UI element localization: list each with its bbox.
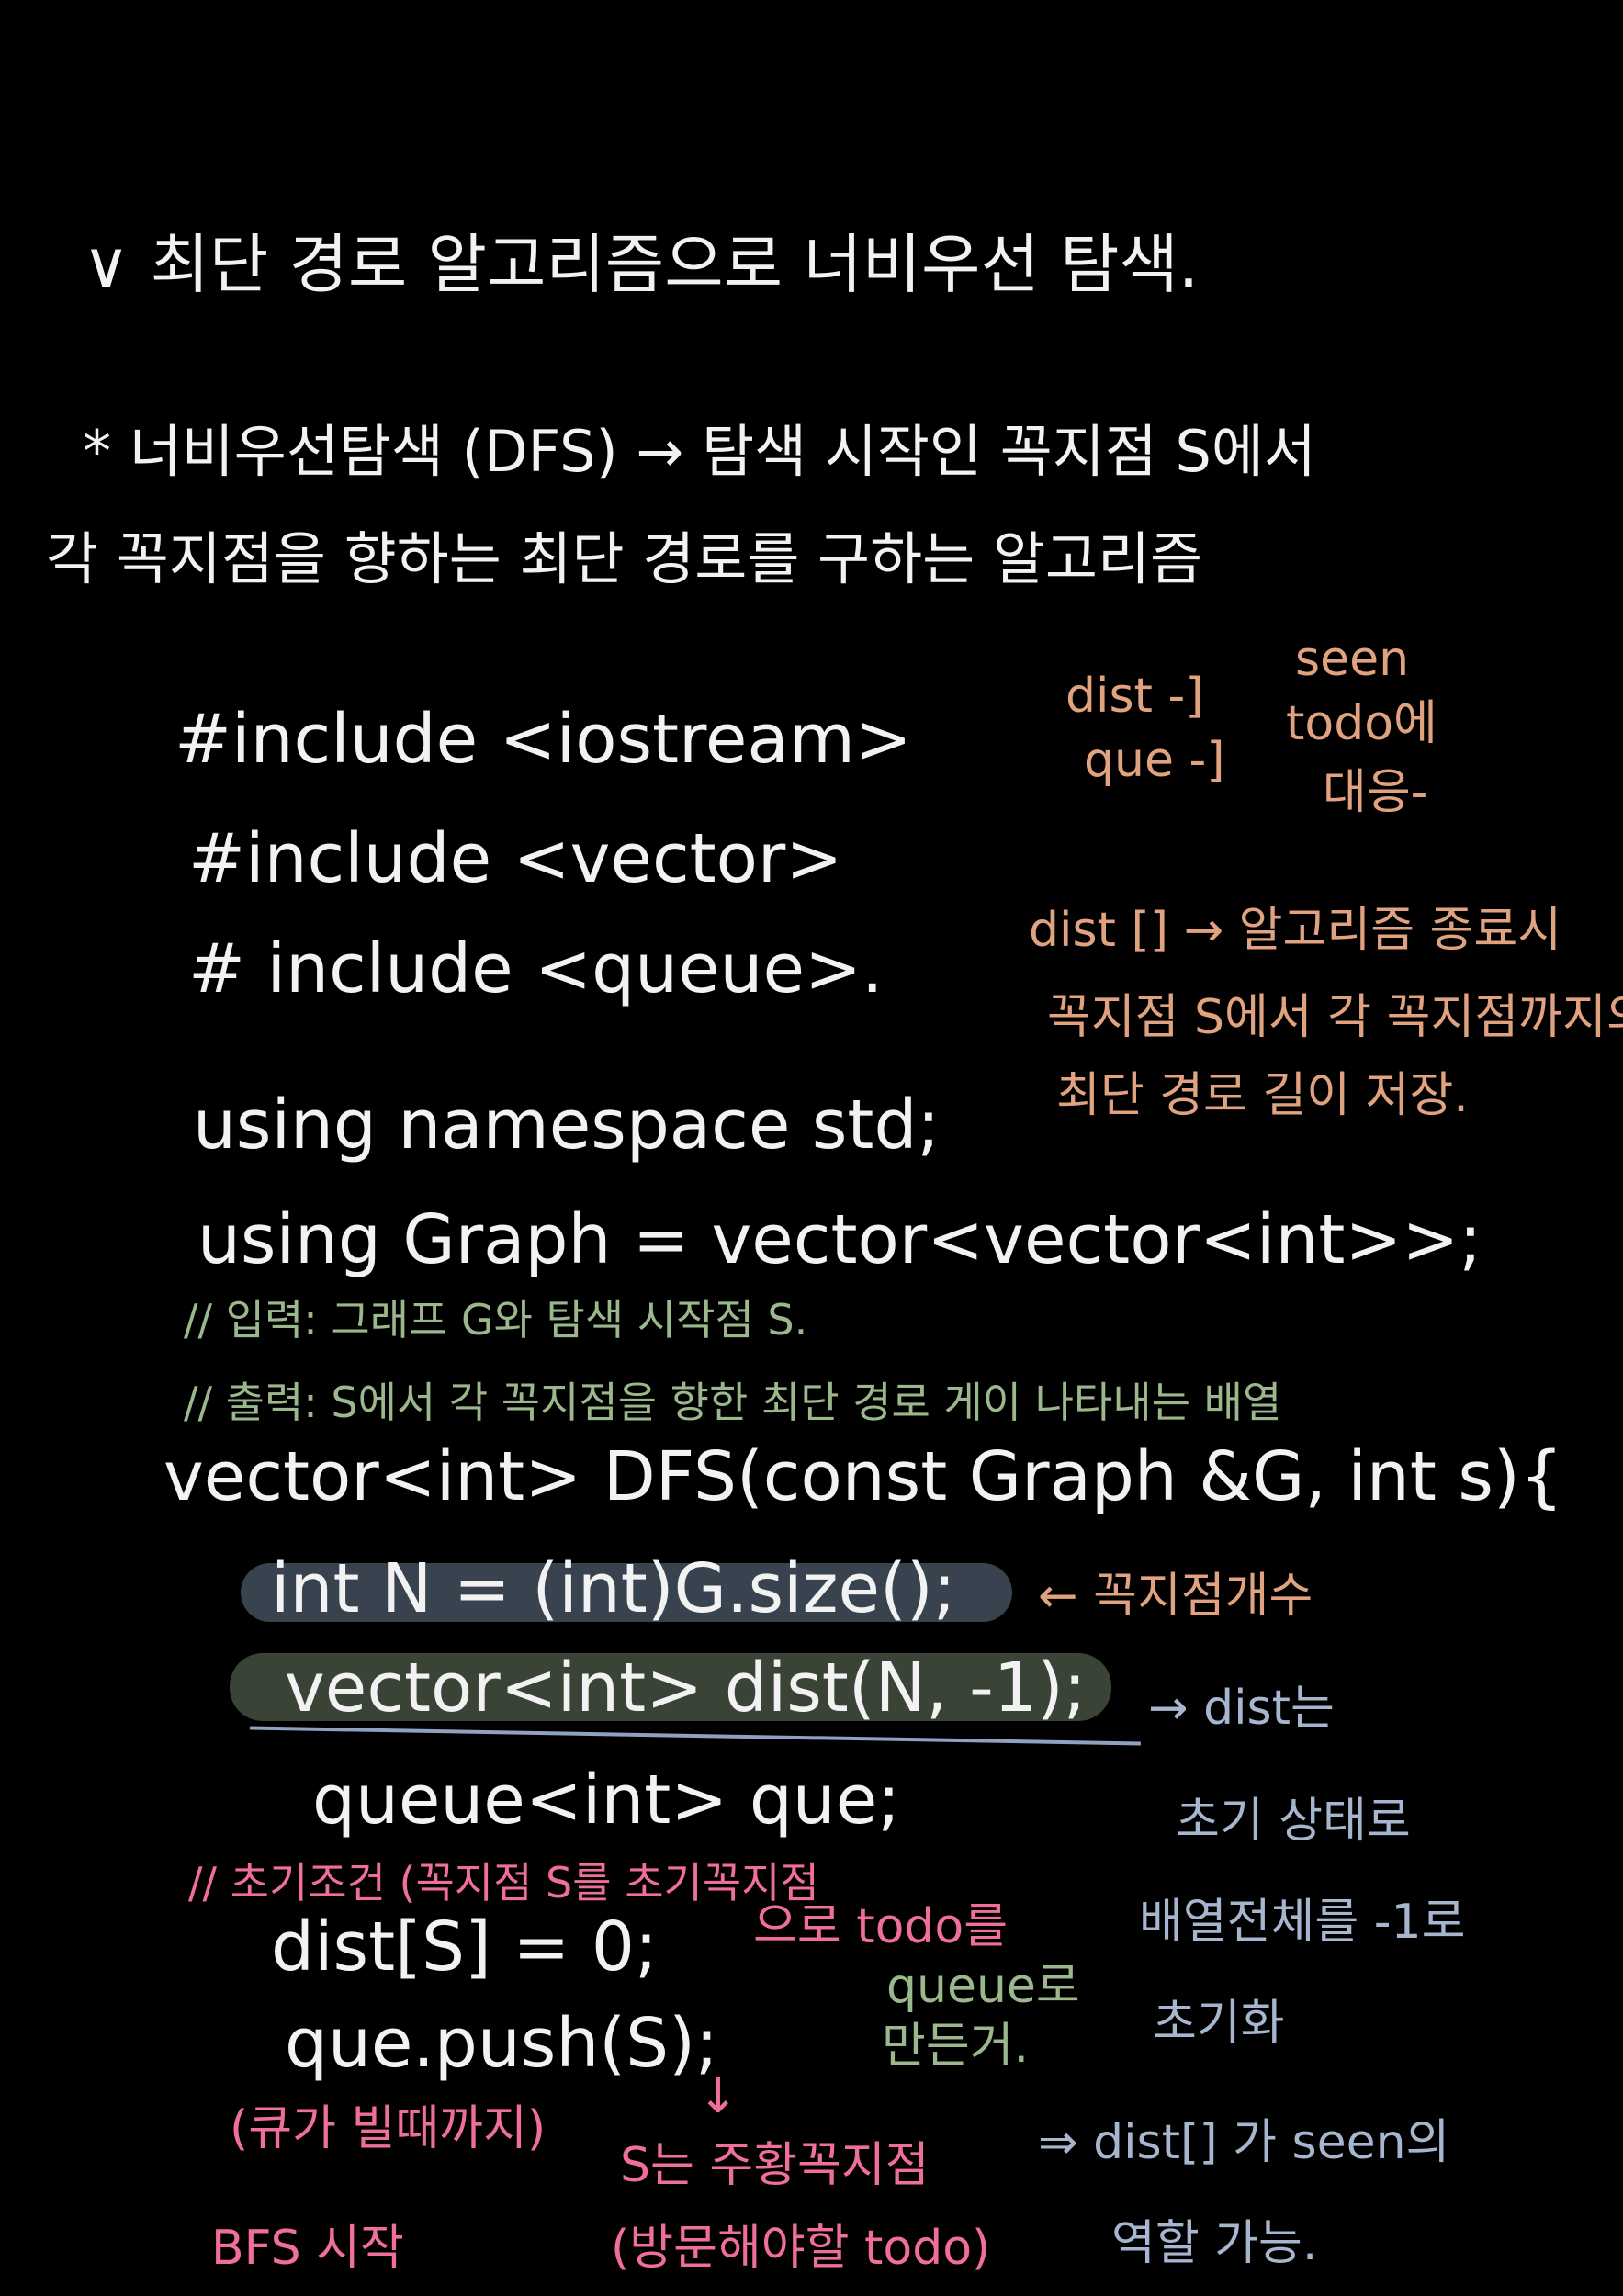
- note-todo-queue-2: queue로: [886, 1959, 1080, 2014]
- comment-init: // 초기조건 (꼭지점 S를 초기꼭지점: [188, 1858, 819, 1908]
- note-correspond: 대응-: [1323, 765, 1428, 820]
- underline-line-dist: [250, 1726, 1141, 1746]
- note-dist-array-2: 꼭지점 S에서 각 꼭지점까지의: [1047, 990, 1623, 1045]
- arrow-down-icon: ↓: [698, 2069, 738, 2124]
- note-todo-queue-1: 으로 todo를: [753, 1899, 1009, 1954]
- note-init-1: 초기 상태로: [1176, 1794, 1411, 1849]
- definition-line-1: * 너비우선탐색 (DFS) → 탐색 시작인 꼭지점 S에서: [83, 418, 1316, 485]
- code-function-signature: vector<int> DFS(const Graph &G, int s){: [163, 1437, 1563, 1516]
- code-dist-s: dist[S] = 0;: [271, 1908, 658, 1986]
- code-include-queue: # include <queue>.: [188, 929, 884, 1008]
- code-que-push: que.push(S);: [285, 2004, 718, 2083]
- code-line-n: int N = (int)G.size();: [271, 1549, 956, 1628]
- note-dist-que-que: que -]: [1084, 733, 1225, 788]
- note-seen: seen: [1295, 632, 1410, 687]
- note-vertex-count: ← 꼭지점개수: [1038, 1569, 1313, 1624]
- note-dist-array-3: 최단 경로 길이 저장.: [1056, 1068, 1469, 1123]
- code-using-graph: using Graph = vector<vector<int>>;: [197, 1200, 1482, 1279]
- note-init-2: 배열전체를 -1로: [1139, 1895, 1466, 1950]
- note-todo-queue-3: 만든거.: [882, 2019, 1030, 2074]
- comment-output: // 출력: S에서 각 꼭지점을 향한 최단 경로 게이 나타내는 배열: [184, 1378, 1282, 1427]
- note-seen-role-1: ⇒ dist[] 가 seen의: [1038, 2115, 1450, 2170]
- note-s-active-2: (방문해야할 todo): [611, 2221, 991, 2276]
- code-include-iostream: #include <iostream>: [175, 700, 912, 779]
- note-bfs-start: BFS 시작: [211, 2221, 404, 2276]
- comment-input: // 입력: 그래프 G와 탐색 시작점 S.: [184, 1295, 808, 1345]
- note-init-3: 초기화: [1153, 1996, 1285, 2051]
- note-dist-array-1: dist [] → 알고리즘 종료시: [1029, 903, 1562, 958]
- note-seen-role-2: 역할 가능.: [1111, 2216, 1318, 2271]
- note-s-active-1: S는 주황꼭지점: [620, 2138, 930, 2193]
- note-todo: todo에: [1286, 696, 1437, 751]
- code-include-vector: #include <vector>: [188, 819, 843, 898]
- note-dist-is: → dist는: [1148, 1681, 1335, 1736]
- definition-line-2: 각 꼭지점을 향하는 최단 경로를 구하는 알고리즘: [46, 525, 1203, 592]
- note-until-queue-empty: (큐가 빌때까지): [230, 2101, 547, 2156]
- code-using-namespace: using namespace std;: [193, 1086, 941, 1165]
- note-dist-que-dist: dist -]: [1065, 669, 1204, 724]
- code-line-dist: vector<int> dist(N, -1);: [285, 1649, 1087, 1728]
- page-title: ∨ 최단 경로 알고리즘으로 너비우선 탐색.: [83, 227, 1200, 302]
- code-line-que: queue<int> que;: [312, 1761, 901, 1840]
